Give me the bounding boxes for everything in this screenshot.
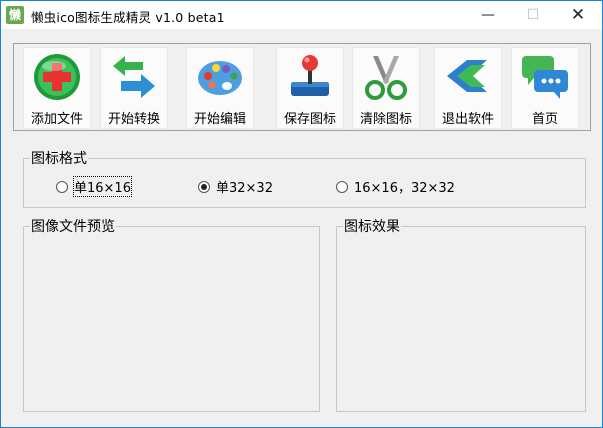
chat-bubbles-icon [522, 56, 568, 99]
add-file-label: 添加文件 [30, 112, 83, 127]
joystick-icon [291, 55, 329, 96]
add-file-button[interactable]: 添加文件 [23, 47, 91, 129]
toolbar: 添加文件 开始转换 开始编辑 保存图标 清除图标 退出软件 首页 [13, 43, 591, 131]
clear-icon-button[interactable]: 清除图标 [352, 47, 420, 129]
image-preview-title: 图像文件预览 [31, 219, 115, 235]
radio-button[interactable] [56, 180, 68, 193]
save-icon-label: 保存图标 [283, 112, 336, 127]
app-icon: 懒 [6, 6, 24, 24]
format-option-both[interactable]: 16×16，32×32 [336, 177, 455, 196]
window-title: 懒虫ico图标生成精灵 v1.0 beta1 [31, 10, 225, 25]
app-window: 懒 懒虫ico图标生成精灵 v1.0 beta1 — ☐ ✕ 添加文件 开始转换… [0, 0, 603, 428]
radio-button-selected[interactable] [198, 180, 210, 193]
format-option-16[interactable]: 单16×16 [56, 176, 132, 197]
save-icon-button[interactable]: 保存图标 [276, 47, 344, 129]
exit-arrow-icon [447, 60, 487, 92]
icon-format-title: 图标格式 [31, 151, 87, 167]
image-preview-group: 图像文件预览 [23, 216, 320, 412]
homepage-label: 首页 [531, 112, 558, 127]
format-option-32-label: 单32×32 [216, 181, 273, 196]
client-area: 添加文件 开始转换 开始编辑 保存图标 清除图标 退出软件 首页 图标格式 单1… [1, 29, 602, 427]
homepage-button[interactable]: 首页 [511, 47, 579, 129]
minimize-button[interactable]: — [465, 1, 511, 29]
start-convert-button[interactable]: 开始转换 [100, 47, 168, 129]
start-edit-button[interactable]: 开始编辑 [186, 47, 254, 129]
convert-arrows-icon [113, 56, 155, 98]
palette-icon [198, 61, 242, 95]
start-edit-label: 开始编辑 [193, 112, 246, 127]
format-option-16-label: 单16×16 [73, 176, 132, 197]
radio-button[interactable] [336, 180, 348, 193]
format-option-both-label: 16×16，32×32 [354, 181, 455, 196]
scissors-icon [365, 56, 407, 100]
exit-software-label: 退出软件 [441, 112, 494, 127]
close-button[interactable]: ✕ [555, 1, 601, 29]
maximize-button[interactable]: ☐ [510, 1, 556, 29]
exit-software-button[interactable]: 退出软件 [434, 47, 502, 129]
icon-effect-group: 图标效果 [336, 216, 586, 412]
add-file-icon [34, 54, 80, 100]
clear-icon-label: 清除图标 [359, 112, 412, 127]
start-convert-label: 开始转换 [107, 112, 160, 127]
title-bar[interactable]: 懒 懒虫ico图标生成精灵 v1.0 beta1 — ☐ ✕ [1, 1, 602, 29]
format-option-32[interactable]: 单32×32 [198, 177, 273, 196]
icon-effect-title: 图标效果 [344, 219, 400, 235]
